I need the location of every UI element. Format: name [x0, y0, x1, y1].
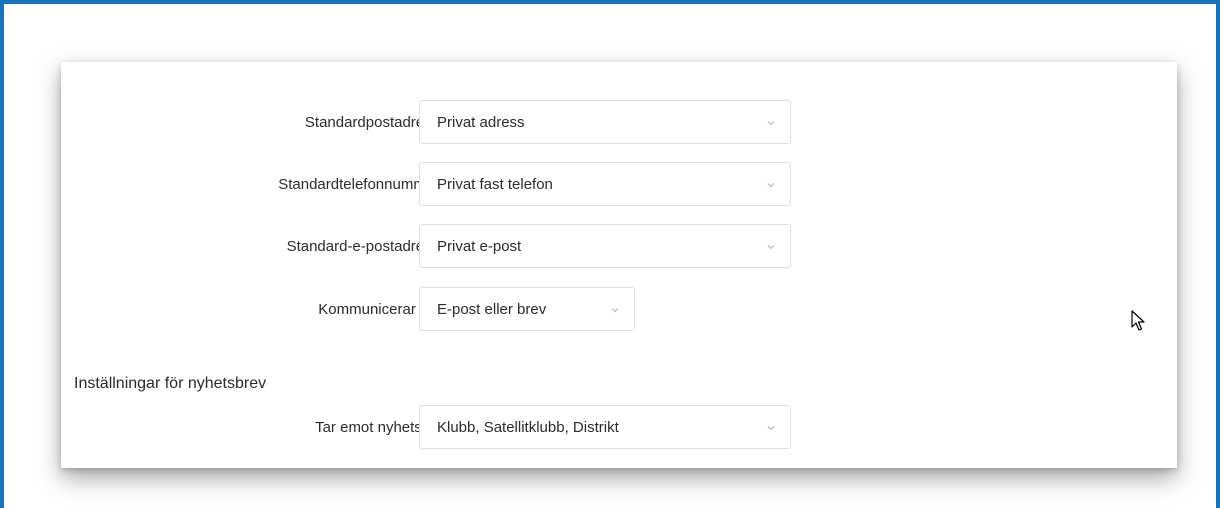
default-email-select[interactable]: Privat e-post: [419, 224, 791, 268]
form-row-postal-address: Standardpostadress* Privat adress: [61, 100, 821, 146]
chevron-down-icon: [767, 426, 775, 431]
chevron-down-icon: [611, 308, 619, 313]
form-row-newsletter: Tar emot nyhetsbrev Klubb, Satellitklubb…: [61, 405, 821, 451]
default-phone-select[interactable]: Privat fast telefon: [419, 162, 791, 206]
select-value: Privat fast telefon: [437, 176, 553, 193]
form-row-phone: Standardtelefonnummer* Privat fast telef…: [61, 162, 821, 208]
form-row-communicates-via: Kommunicerar via* E-post eller brev: [61, 287, 821, 333]
chevron-down-icon: [767, 121, 775, 126]
form-row-email: Standard-e-postadress* Privat e-post: [61, 224, 821, 270]
receives-newsletter-select[interactable]: Klubb, Satellitklubb, Distrikt: [419, 405, 791, 449]
select-value: E-post eller brev: [437, 301, 547, 318]
communicates-via-select[interactable]: E-post eller brev: [419, 287, 635, 331]
window-frame: Standardpostadress* Privat adress Standa…: [0, 0, 1220, 508]
newsletter-section-title: Inställningar för nyhetsbrev: [74, 375, 267, 392]
chevron-down-icon: [767, 183, 775, 188]
default-postal-address-select[interactable]: Privat adress: [419, 100, 791, 144]
select-value: Klubb, Satellitklubb, Distrikt: [437, 419, 619, 436]
select-value: Privat e-post: [437, 238, 522, 255]
chevron-down-icon: [767, 245, 775, 250]
settings-card: Standardpostadress* Privat adress Standa…: [61, 62, 1177, 468]
mouse-pointer-icon: [1131, 310, 1145, 331]
select-value: Privat adress: [437, 114, 525, 131]
